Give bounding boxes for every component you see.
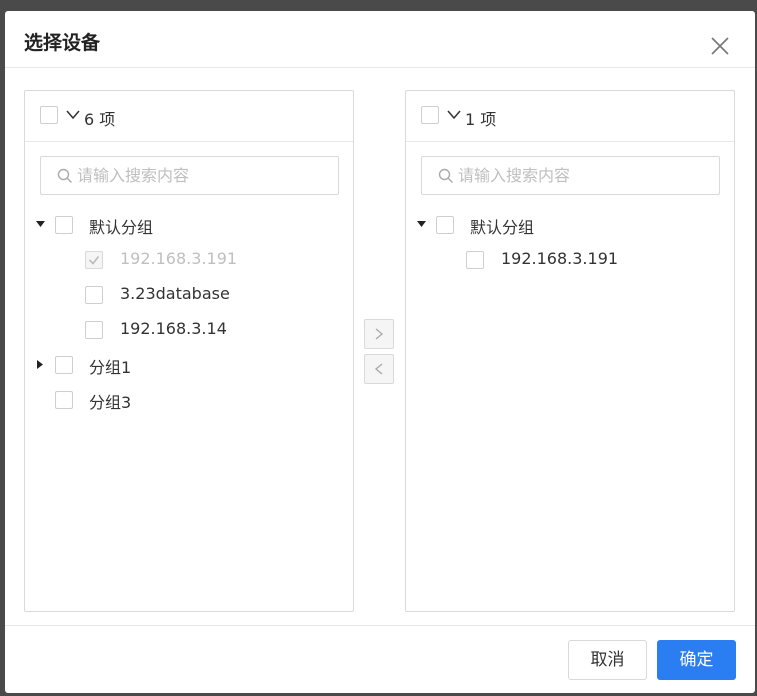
close-icon[interactable] (709, 35, 731, 57)
target-count: 1 项 (465, 110, 497, 129)
source-search (40, 156, 339, 195)
group-default-checkbox[interactable] (436, 216, 454, 234)
tree-item-192-168-3-191: 192.168.3.191 (25, 245, 353, 275)
tree-group-default[interactable]: 默认分组 (25, 210, 353, 240)
item-14-label: 192.168.3.14 (120, 319, 227, 338)
tree-group-3[interactable]: 分组3 (25, 385, 353, 415)
group-3-checkbox[interactable] (55, 391, 73, 409)
source-select-all-checkbox[interactable] (40, 106, 58, 124)
target-search (421, 156, 720, 195)
group-3-label: 分组3 (89, 393, 132, 412)
dialog-footer: 取消 确定 (5, 625, 755, 694)
item-191-checkbox[interactable] (466, 251, 484, 269)
cancel-button[interactable]: 取消 (568, 640, 647, 680)
item-database-checkbox[interactable] (85, 286, 103, 304)
confirm-button[interactable]: 确定 (657, 640, 736, 680)
group-default-checkbox[interactable] (55, 216, 73, 234)
item-191-label: 192.168.3.191 (120, 249, 238, 268)
search-icon (438, 168, 453, 183)
tree-item-192-168-3-14[interactable]: 192.168.3.14 (25, 315, 353, 345)
caret-right-icon[interactable] (37, 360, 44, 369)
caret-down-icon[interactable] (36, 221, 45, 228)
caret-down-icon[interactable] (417, 221, 426, 228)
source-count: 6 项 (84, 110, 116, 129)
item-191-label: 192.168.3.191 (501, 249, 619, 268)
chevron-down-icon[interactable] (447, 110, 461, 120)
tree-item-192-168-3-191[interactable]: 192.168.3.191 (406, 245, 734, 275)
source-panel: 6 项 默认分组 192.168.3.191 3.23database 192.… (24, 90, 354, 612)
item-191-checkbox (85, 251, 103, 269)
target-select-all-checkbox[interactable] (421, 106, 439, 124)
move-right-button[interactable] (364, 319, 394, 349)
tree-group-default[interactable]: 默认分组 (406, 210, 734, 240)
dialog-header: 选择设备 (5, 11, 755, 68)
chevron-down-icon[interactable] (66, 110, 80, 120)
target-panel: 1 项 默认分组 192.168.3.191 (405, 90, 735, 612)
chevron-right-icon (375, 328, 384, 340)
tree-item-3-23database[interactable]: 3.23database (25, 280, 353, 310)
group-1-label: 分组1 (89, 358, 132, 377)
source-panel-header: 6 项 (25, 91, 353, 142)
move-left-button[interactable] (364, 354, 394, 384)
item-database-label: 3.23database (120, 284, 230, 303)
check-icon (88, 256, 100, 265)
group-1-checkbox[interactable] (55, 356, 73, 374)
group-default-label: 默认分组 (89, 218, 154, 237)
item-14-checkbox[interactable] (85, 321, 103, 339)
target-panel-header: 1 项 (406, 91, 734, 142)
select-device-dialog: 选择设备 6 项 默认分组 192.168.3.191 3.2 (5, 11, 755, 693)
tree-group-1[interactable]: 分组1 (25, 350, 353, 380)
target-search-input[interactable] (458, 157, 708, 194)
source-search-input[interactable] (77, 157, 327, 194)
chevron-left-icon (374, 363, 383, 375)
group-default-label: 默认分组 (470, 218, 535, 237)
dialog-title: 选择设备 (24, 32, 101, 54)
search-icon (57, 168, 72, 183)
